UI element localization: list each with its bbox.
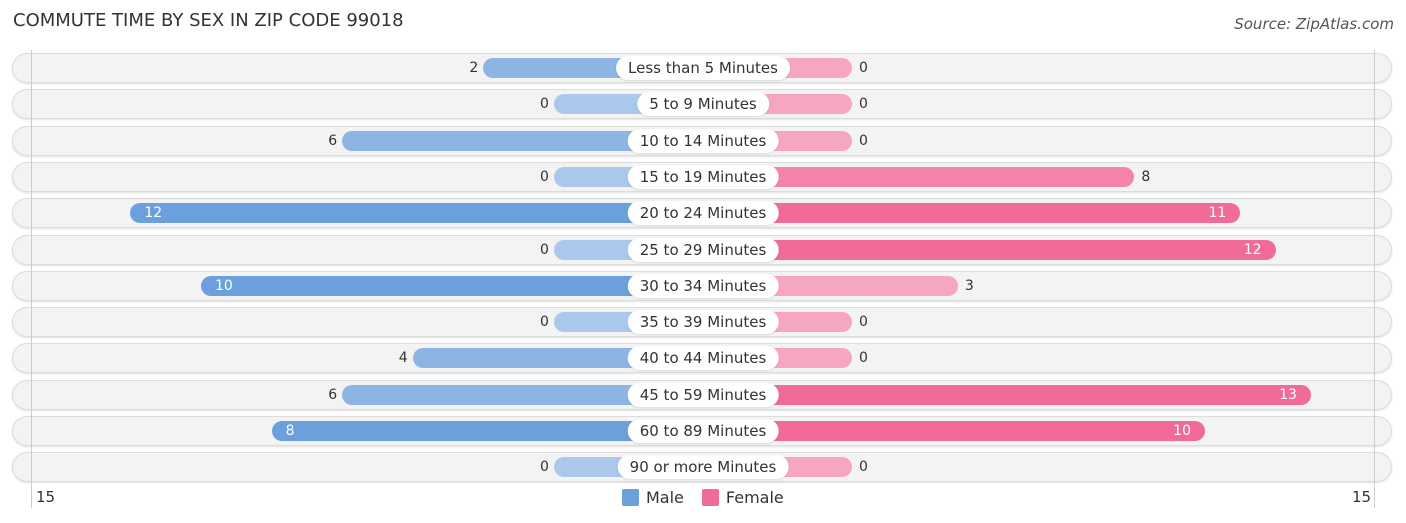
source-label: Source: ZipAtlas.com	[1234, 15, 1394, 33]
category-label: 25 to 29 Minutes	[627, 237, 779, 262]
chart-title: COMMUTE TIME BY SEX IN ZIP CODE 99018	[13, 10, 404, 31]
male-value-label: 8	[285, 423, 295, 439]
female-bar[interactable]	[703, 203, 1241, 224]
right-gridline	[1374, 50, 1375, 508]
legend-label-female: Female	[725, 488, 784, 507]
category-label: 10 to 14 Minutes	[627, 128, 779, 153]
male-value-label: 12	[144, 205, 163, 222]
category-label: 60 to 89 Minutes	[627, 419, 779, 443]
female-value-label: 0	[859, 132, 868, 149]
female-value-label: 8	[1141, 168, 1151, 185]
female-value-label: 0	[859, 96, 868, 113]
legend: Male Female	[622, 488, 802, 507]
male-value-label: 0	[540, 241, 549, 258]
legend-item-female[interactable]: Female	[701, 488, 784, 507]
male-value-label: 0	[540, 168, 549, 185]
category-label: 15 to 19 Minutes	[627, 164, 779, 189]
legend-item-male[interactable]: Male	[622, 488, 684, 507]
category-label: 90 or more Minutes	[617, 455, 789, 480]
female-bar[interactable]	[703, 421, 1205, 441]
female-value-label: 3	[964, 277, 974, 294]
male-value-label: 4	[398, 350, 408, 367]
male-value-label: 10	[215, 277, 233, 294]
male-value-label: 2	[469, 60, 479, 76]
category-label: 30 to 34 Minutes	[627, 273, 779, 298]
female-bar[interactable]	[703, 239, 1276, 260]
female-value-label: 10	[1173, 423, 1191, 439]
female-value-label: 0	[859, 60, 868, 76]
category-label: 35 to 39 Minutes	[627, 310, 779, 335]
category-label: 40 to 44 Minutes	[627, 346, 779, 371]
male-value-label: 0	[540, 96, 549, 113]
male-bar[interactable]	[130, 203, 703, 224]
category-label: Less than 5 Minutes	[616, 56, 790, 80]
category-label: 20 to 24 Minutes	[627, 201, 779, 226]
female-bar[interactable]	[703, 384, 1311, 405]
left-gridline	[31, 50, 32, 508]
male-value-label: 6	[328, 386, 338, 403]
axis-label-right: 15	[1352, 488, 1372, 506]
male-value-label: 6	[328, 132, 338, 149]
axis-label-left: 15	[36, 488, 56, 506]
female-value-label: 0	[859, 459, 868, 476]
female-value-label: 13	[1279, 386, 1297, 403]
male-value-label: 0	[540, 314, 549, 331]
category-label: 45 to 59 Minutes	[627, 382, 779, 407]
female-value-label: 0	[859, 350, 868, 367]
female-value-label: 0	[859, 314, 868, 331]
female-value-label: 11	[1208, 205, 1227, 222]
legend-label-male: Male	[646, 488, 684, 507]
male-value-label: 0	[540, 459, 549, 476]
male-swatch	[622, 489, 639, 506]
female-swatch	[701, 489, 719, 506]
category-label: 5 to 9 Minutes	[637, 92, 769, 117]
female-value-label: 12	[1243, 241, 1262, 258]
